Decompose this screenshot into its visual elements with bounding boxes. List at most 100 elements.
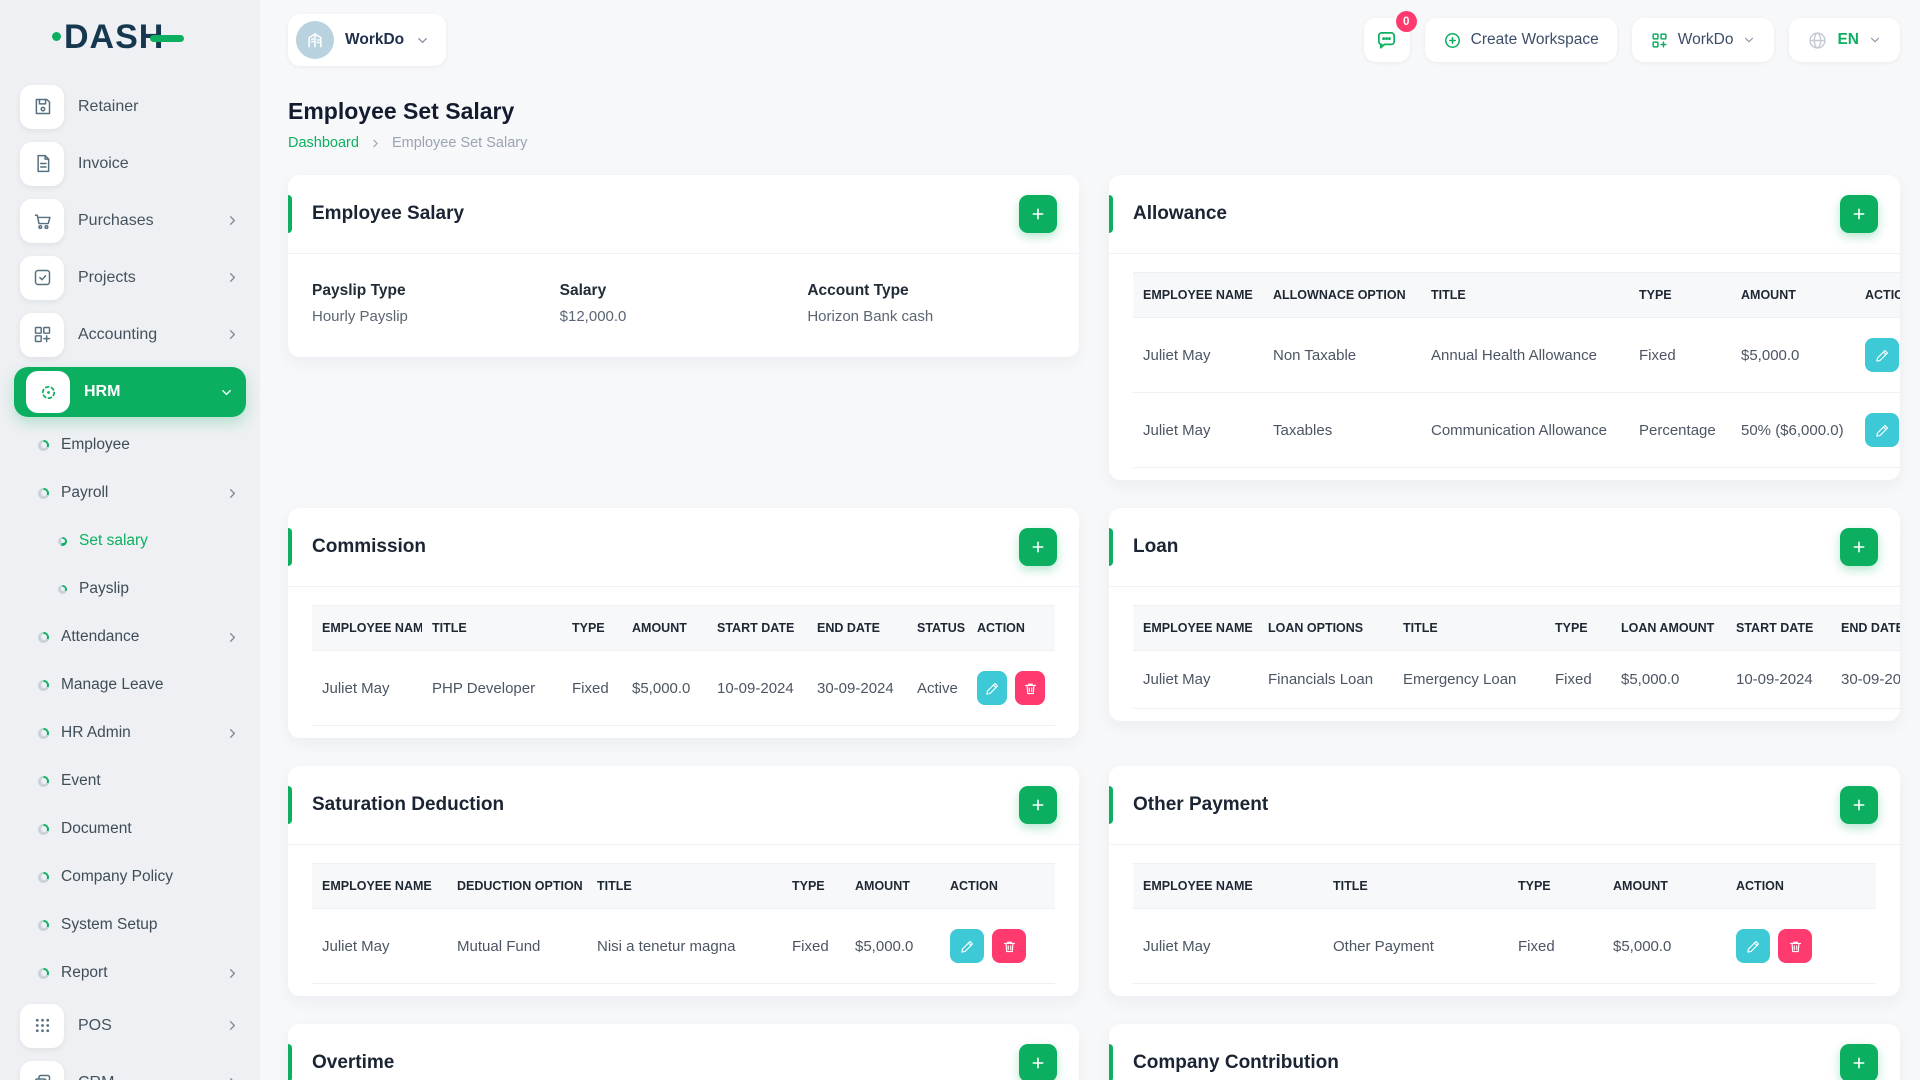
company-contribution-card: Company Contribution: [1109, 1024, 1900, 1080]
sidebar-item-purchases[interactable]: Purchases: [0, 192, 260, 249]
edit-button[interactable]: [1865, 338, 1899, 372]
bullet-icon: [38, 487, 49, 499]
chevron-right-icon: [225, 1075, 240, 1080]
chevron-down-icon: [219, 385, 234, 400]
card-title: Other Payment: [1133, 794, 1269, 815]
other-payment-table-wrap: EMPLOYEE NAME TITLE TYPE AMOUNT ACTION J…: [1133, 863, 1876, 984]
loan-table: EMPLOYEE NAME LOAN OPTIONS TITLE TYPE LO…: [1133, 605, 1900, 709]
chevron-right-icon: [225, 726, 240, 741]
bullet-icon: [38, 919, 49, 931]
workspace-avatar: [296, 21, 334, 59]
add-allowance-button[interactable]: [1840, 195, 1878, 233]
bullet-icon: [38, 823, 49, 835]
add-overtime-button[interactable]: [1019, 1044, 1057, 1080]
table-row: Juliet May Other Payment Fixed $5,000.0: [1133, 908, 1876, 984]
sidebar-item-system-setup[interactable]: System Setup: [0, 901, 260, 949]
sidebar-item-set-salary[interactable]: Set salary: [0, 517, 260, 565]
app-root: DASH Retainer Invoice Purchases Projects…: [0, 0, 1920, 1080]
bullet-icon: [38, 967, 49, 979]
sidebar-item-payslip[interactable]: Payslip: [0, 565, 260, 613]
sidebar-item-event[interactable]: Event: [0, 757, 260, 805]
plus-icon: [1853, 208, 1865, 220]
card-title: Loan: [1133, 536, 1179, 557]
trash-icon: [1789, 941, 1801, 952]
allowance-table: EMPLOYEE NAME ALLOWNACE OPTION TITLE TYP…: [1133, 272, 1900, 468]
pencil-icon: [1875, 349, 1888, 362]
sidebar-item-document[interactable]: Document: [0, 805, 260, 853]
allowance-card: Allowance EMPLOYEE NAME ALLOWNACE OPTION…: [1109, 175, 1900, 480]
loan-table-scroll[interactable]: EMPLOYEE NAME LOAN OPTIONS TITLE TYPE LO…: [1133, 605, 1900, 709]
sidebar-item-accounting[interactable]: Accounting: [0, 306, 260, 363]
trash-icon: [1024, 683, 1036, 694]
chevron-right-icon: [225, 327, 240, 342]
topbar: WorkDo 0 Create Workspace WorkDo EN: [260, 0, 1920, 74]
sidebar-item-payroll[interactable]: Payroll: [0, 469, 260, 517]
sidebar-item-hrm[interactable]: HRM: [14, 367, 246, 417]
saturation-deduction-table: EMPLOYEE NAME DEDUCTION OPTION TITLE TYP…: [312, 863, 1055, 984]
sidebar-item-retainer[interactable]: Retainer: [0, 78, 260, 135]
employee-salary-card: Employee Salary Payslip Type Hourly Pays…: [288, 175, 1079, 357]
edit-button[interactable]: [1736, 929, 1770, 963]
edit-button[interactable]: [1865, 413, 1899, 447]
sidebar-item-manage-leave[interactable]: Manage Leave: [0, 661, 260, 709]
add-loan-button[interactable]: [1840, 528, 1878, 566]
sidebar-item-company-policy[interactable]: Company Policy: [0, 853, 260, 901]
pencil-icon: [1875, 424, 1888, 437]
create-workspace-button[interactable]: Create Workspace: [1424, 18, 1617, 62]
brand-logo[interactable]: DASH: [0, 0, 260, 74]
cards-grid: Employee Salary Payslip Type Hourly Pays…: [288, 175, 1900, 1080]
sidebar-item-attendance[interactable]: Attendance: [0, 613, 260, 661]
delete-button[interactable]: [1778, 929, 1812, 963]
bullet-icon: [38, 439, 49, 451]
sidebar-item-invoice[interactable]: Invoice: [0, 135, 260, 192]
card-title: Commission: [312, 536, 427, 557]
add-commission-button[interactable]: [1019, 528, 1057, 566]
saturation-deduction-card: Saturation Deduction EMPLOYEE NAME DEDUC…: [288, 766, 1079, 996]
breadcrumb-current: Employee Set Salary: [391, 135, 528, 151]
delete-button[interactable]: [992, 929, 1026, 963]
edit-button[interactable]: [950, 929, 984, 963]
delete-button[interactable]: [1015, 671, 1045, 705]
sidebar-nav: Retainer Invoice Purchases Projects Acco…: [0, 74, 260, 1080]
bullet-icon: [58, 584, 67, 594]
commission-table-wrap: EMPLOYEE NAME TITLE TYPE AMOUNT START DA…: [312, 605, 1055, 726]
card-title: Company Contribution: [1133, 1052, 1339, 1073]
breadcrumb-dashboard-link[interactable]: Dashboard: [288, 135, 359, 151]
pencil-icon: [985, 682, 998, 695]
bullet-icon: [38, 727, 49, 739]
logo-dot-icon: [52, 31, 61, 41]
bullet-icon: [58, 536, 67, 546]
table-row: Juliet May Mutual Fund Nisi a tenetur ma…: [312, 908, 1055, 984]
card-title: Saturation Deduction: [312, 794, 505, 815]
plus-icon: [1853, 799, 1865, 811]
workspace-switcher-button[interactable]: WorkDo: [1631, 18, 1775, 62]
logo-text: DASH: [64, 17, 165, 56]
other-payment-table: EMPLOYEE NAME TITLE TYPE AMOUNT ACTION J…: [1133, 863, 1876, 984]
add-other-payment-button[interactable]: [1840, 786, 1878, 824]
bullet-icon: [38, 775, 49, 787]
sidebar-item-hr-admin[interactable]: HR Admin: [0, 709, 260, 757]
plus-icon: [1032, 799, 1044, 811]
allowance-table-scroll[interactable]: EMPLOYEE NAME ALLOWNACE OPTION TITLE TYP…: [1133, 272, 1900, 468]
retainer-icon: [20, 84, 64, 129]
add-saturation-deduction-button[interactable]: [1019, 786, 1057, 824]
add-employee-salary-button[interactable]: [1019, 195, 1057, 233]
plus-icon: [1032, 208, 1044, 220]
messages-button[interactable]: 0: [1363, 11, 1417, 62]
language-code: EN: [1837, 31, 1859, 48]
language-selector[interactable]: EN: [1789, 18, 1900, 62]
chevron-down-icon: [415, 33, 430, 48]
workspace-selector[interactable]: WorkDo: [288, 14, 447, 66]
edit-button[interactable]: [977, 671, 1007, 705]
workspace-name: WorkDo: [345, 31, 405, 48]
chevron-right-icon: [225, 486, 240, 501]
plus-icon: [1853, 541, 1865, 553]
sidebar-item-employee[interactable]: Employee: [0, 421, 260, 469]
sidebar-item-report[interactable]: Report: [0, 949, 260, 997]
hrm-icon: [26, 371, 70, 413]
sidebar-item-pos[interactable]: POS: [0, 997, 260, 1054]
add-company-contribution-button[interactable]: [1840, 1044, 1878, 1080]
sidebar-item-projects[interactable]: Projects: [0, 249, 260, 306]
sidebar-item-crm[interactable]: CRM: [0, 1054, 260, 1080]
chevron-right-icon: [225, 270, 240, 285]
